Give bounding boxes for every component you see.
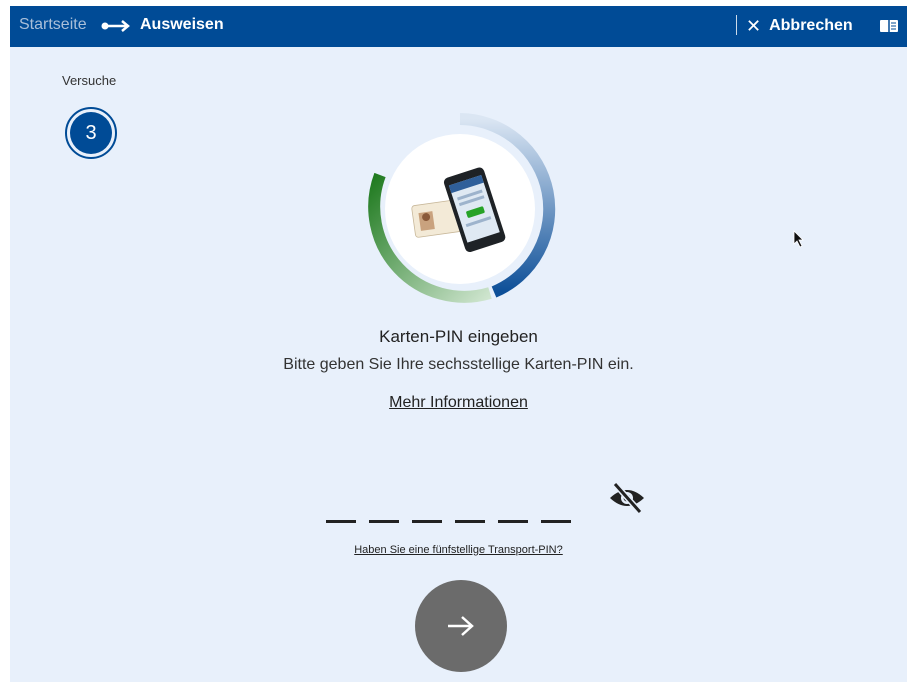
breadcrumb-home-link[interactable]: Startseite	[19, 16, 87, 34]
arrow-right-icon	[101, 20, 130, 32]
attempts-counter: 3	[65, 107, 117, 159]
pin-slot	[541, 490, 571, 526]
page-subtitle: Bitte geben Sie Ihre sechsstellige Karte…	[283, 356, 634, 373]
more-info-link[interactable]: Mehr Informationen	[389, 394, 528, 411]
app-window: Startseite Ausweisen ✕ Abbrechen Versuch…	[10, 6, 907, 682]
pin-slot	[412, 490, 442, 526]
attempts-count: 3	[85, 121, 97, 144]
eye-slash-icon[interactable]	[607, 480, 647, 516]
header-divider	[736, 15, 737, 35]
book-icon[interactable]	[879, 18, 899, 34]
transport-pin-link[interactable]: Haben Sie eine fünfstellige Transport-PI…	[354, 544, 563, 556]
pin-input[interactable]	[326, 490, 596, 526]
pin-slot	[498, 490, 528, 526]
page-title: Karten-PIN eingeben	[379, 327, 538, 346]
cancel-label: Abbrechen	[769, 17, 853, 34]
attempts-label: Versuche	[62, 73, 117, 88]
pin-slot	[326, 490, 356, 526]
pin-slot	[455, 490, 485, 526]
pin-slot	[369, 490, 399, 526]
arrow-right-icon	[448, 616, 474, 636]
title-bar: Startseite Ausweisen ✕ Abbrechen	[10, 6, 907, 47]
card-reader-illustration	[368, 113, 556, 303]
mouse-cursor-icon	[793, 230, 804, 248]
close-icon: ✕	[746, 15, 762, 36]
breadcrumb-current: Ausweisen	[140, 16, 224, 33]
cancel-button[interactable]: ✕ Abbrechen	[746, 14, 853, 38]
submit-button[interactable]	[415, 580, 507, 672]
